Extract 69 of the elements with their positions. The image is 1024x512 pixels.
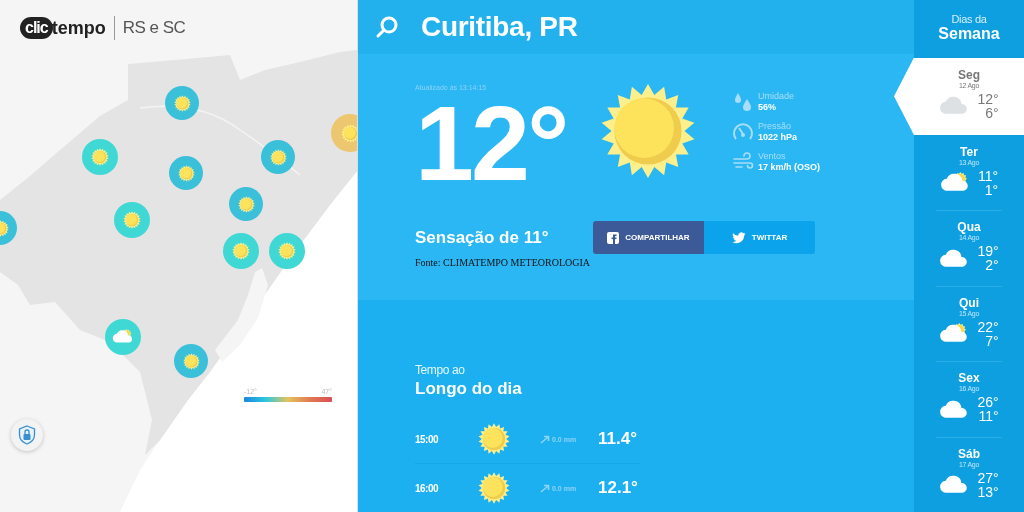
max-temperature: 12° (977, 91, 999, 106)
logo-word: tempo (51, 17, 106, 39)
sun-icon (173, 94, 191, 112)
bird-icon (731, 231, 746, 244)
max-temperature: 11° (977, 169, 999, 183)
stat-value: 17 km/h (OSO) (758, 162, 820, 173)
max-temperature: 27° (977, 470, 999, 485)
sun-icon (177, 164, 195, 182)
sun-icon (278, 242, 296, 260)
day-name: Ter (960, 146, 978, 159)
min-temperature: 2° (985, 258, 999, 273)
sun-icon (237, 195, 255, 213)
min-temperature: 6° (985, 105, 999, 120)
day-name: Qui (959, 296, 979, 310)
max-temperature: 22° (977, 319, 999, 334)
stat-label: Umidade (758, 91, 795, 102)
day-name: Sáb (958, 447, 980, 461)
region-title: RS e SC (122, 18, 186, 38)
hour-temperature: 11.4° (598, 429, 638, 449)
current-temperature: 12° (415, 93, 568, 193)
city-title: Curitiba, PR (421, 11, 578, 43)
min-temperature: 1° (984, 183, 999, 197)
cloud-icon (939, 398, 970, 420)
stat-label: Ventos (758, 151, 787, 162)
rain-arrow-icon (540, 483, 550, 493)
day-name: Seg (958, 68, 980, 82)
sun-icon (269, 148, 287, 166)
cloud-icon (939, 247, 970, 269)
hour-time: 15:00 (415, 433, 440, 445)
search-icon (375, 15, 399, 39)
sun-icon (340, 123, 357, 143)
max-temperature: 19° (977, 244, 999, 259)
sun-cloud-icon (939, 172, 970, 194)
tweet-button[interactable]: TWITTAR (704, 221, 815, 254)
stat-value: 56% (758, 102, 777, 113)
logo-mark: clic (20, 17, 53, 39)
feels-like: Sensação de 11° (415, 227, 550, 248)
hour-temperature: 12.1° (598, 478, 639, 498)
min-temperature: 13° (977, 484, 999, 499)
section-title: Longo do dia (415, 379, 523, 399)
section-subtitle: Tempo ao (415, 363, 466, 377)
facebook-icon (607, 231, 620, 244)
search-button[interactable] (375, 15, 399, 39)
sun-icon (182, 352, 200, 370)
sun-icon (232, 242, 250, 260)
max-temperature: 26° (977, 395, 999, 410)
sun-icon (600, 83, 696, 179)
day-name: Sex (958, 372, 980, 386)
sun-cloud-icon (939, 323, 970, 345)
hour-time: 16:00 (415, 482, 440, 494)
panel-title: Semana (937, 25, 1001, 43)
cloud-icon (939, 474, 970, 496)
rain-arrow-icon (540, 434, 550, 444)
stat-value: 1022 hPa (758, 132, 798, 143)
stat-label: Pressão (758, 121, 793, 132)
day-name: Qua (957, 221, 981, 235)
shield-lock-icon (18, 425, 36, 445)
share-button[interactable]: COMPARTILHAR (593, 221, 704, 254)
sun-icon (478, 423, 510, 455)
cloud-icon (939, 95, 970, 117)
sun-icon (123, 211, 141, 229)
panel-subtitle: Dias da (950, 13, 988, 25)
sun-icon (91, 148, 109, 166)
source-note: Fonte: CLIMATEMPO METEOROLOGIA (415, 257, 591, 268)
sun-cloud-icon (112, 329, 134, 345)
sun-icon (478, 472, 510, 504)
min-temperature: 11° (978, 409, 999, 424)
water-drops-icon (732, 91, 754, 113)
min-temperature: 7° (985, 333, 999, 348)
